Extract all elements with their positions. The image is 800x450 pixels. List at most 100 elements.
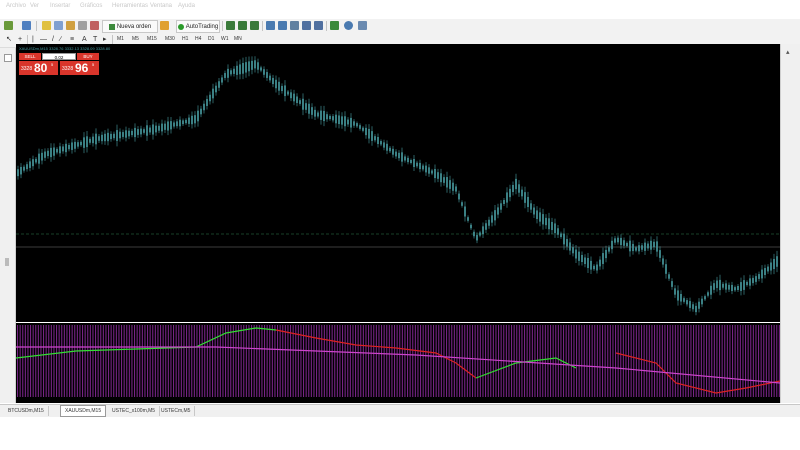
tab-xauusdm[interactable]: XAUUSDm,M15 xyxy=(60,405,107,417)
candle-body xyxy=(746,281,748,286)
line-chart-icon[interactable] xyxy=(250,21,259,30)
menu-window[interactable]: Ventana xyxy=(150,3,172,9)
candle-body xyxy=(512,185,514,192)
timeframe-m5[interactable]: M5 xyxy=(130,35,141,44)
timeframe-d1[interactable]: D1 xyxy=(206,35,216,44)
menu-file[interactable]: Archivo xyxy=(6,3,26,9)
lot-size-input[interactable]: 0.02 xyxy=(42,53,76,60)
candle-body xyxy=(536,210,538,220)
menu-help[interactable]: Ayuda xyxy=(178,3,195,9)
menu-insert[interactable]: Insertar xyxy=(50,3,70,9)
text-icon[interactable]: A xyxy=(80,35,89,44)
candle-body xyxy=(32,159,34,167)
terminal-icon[interactable] xyxy=(78,21,87,30)
tester-icon[interactable] xyxy=(90,21,99,30)
candle-body xyxy=(20,166,22,175)
scroll-up-icon[interactable]: ▴ xyxy=(786,48,790,56)
indicator-bar xyxy=(22,325,24,397)
indicator-bar xyxy=(472,325,474,397)
price-chart[interactable]: XAUUSDm,M15 3328.76 3332.13 3328.09 3328… xyxy=(16,44,780,322)
data-window-icon[interactable] xyxy=(54,21,63,30)
sell-price[interactable]: 3328 80 5 xyxy=(19,61,58,75)
candlestick-icon[interactable] xyxy=(238,21,247,30)
indicator-bar xyxy=(586,325,588,397)
trendline-icon[interactable]: / xyxy=(50,35,56,44)
menu-charts[interactable]: Gráficos xyxy=(80,3,102,9)
indicators-icon[interactable] xyxy=(330,21,339,30)
splitter-handle[interactable] xyxy=(5,258,9,266)
candle-body xyxy=(659,250,661,258)
candle-body xyxy=(95,133,97,145)
indicator-bar xyxy=(147,325,149,397)
tab-ustecm[interactable]: USTECm,M5 xyxy=(157,406,196,416)
candle-body xyxy=(176,121,178,127)
buy-price[interactable]: 3328 96 5 xyxy=(60,61,99,75)
indicator-bar xyxy=(578,325,580,397)
candle-body xyxy=(266,72,268,78)
metaeditor-icon[interactable] xyxy=(160,21,169,30)
new-order-button[interactable]: Nueva orden xyxy=(102,20,158,33)
periods-icon[interactable] xyxy=(344,21,353,30)
timeframe-m15[interactable]: M15 xyxy=(145,35,159,44)
candle-body xyxy=(491,215,493,223)
indicator-bar xyxy=(765,325,767,397)
profiles-icon[interactable] xyxy=(22,21,31,30)
panel-toggle-icon[interactable] xyxy=(4,54,12,62)
menu-view[interactable]: Ver xyxy=(30,3,39,9)
horizontal-line-icon[interactable]: — xyxy=(38,35,49,44)
market-watch-icon[interactable] xyxy=(42,21,51,30)
chart-shift-icon[interactable] xyxy=(314,21,323,30)
indicator-bar xyxy=(638,325,640,397)
indicator-bar xyxy=(253,325,255,397)
menu-tools[interactable]: Herramientas xyxy=(112,3,148,9)
bar-chart-icon[interactable] xyxy=(226,21,235,30)
channel-icon[interactable]: ∕ xyxy=(58,35,63,44)
autotrading-button[interactable]: AutoTrading xyxy=(176,20,220,33)
indicator-bar xyxy=(633,325,635,397)
navigator-icon[interactable] xyxy=(66,21,75,30)
label-icon[interactable]: T xyxy=(91,35,99,44)
timeframe-w1[interactable]: W1 xyxy=(219,35,231,44)
sell-button[interactable]: SELL xyxy=(19,53,41,60)
right-scrollbar[interactable]: ▴ xyxy=(780,44,800,403)
templates-icon[interactable] xyxy=(358,21,367,30)
auto-scroll-icon[interactable] xyxy=(302,21,311,30)
candle-body xyxy=(674,288,676,295)
indicator-bar xyxy=(339,325,341,397)
timeframe-m30[interactable]: M30 xyxy=(163,35,177,44)
tab-btcusdm[interactable]: BTCUSDm,M15 xyxy=(4,406,49,416)
indicator-bar xyxy=(329,325,331,397)
new-chart-icon[interactable] xyxy=(4,21,13,30)
indicator-bar xyxy=(726,325,728,397)
indicator-bar xyxy=(573,325,575,397)
indicator-bar xyxy=(76,325,78,397)
tab-ustec-x100m[interactable]: USTEC_x100m,M5 xyxy=(108,406,161,416)
fibonacci-icon[interactable]: ≡ xyxy=(68,35,76,44)
indicator-bar xyxy=(186,325,188,397)
arrows-icon[interactable]: ▸ xyxy=(101,35,109,44)
timeframe-h1[interactable]: H1 xyxy=(180,35,190,44)
indicator-bar xyxy=(357,325,359,397)
timeframe-mn[interactable]: MN xyxy=(232,35,244,44)
crosshair-icon[interactable]: + xyxy=(16,35,24,44)
indicator-bar xyxy=(661,325,663,397)
candle-body xyxy=(89,138,91,143)
indicator-bar xyxy=(66,325,68,397)
indicator-bar xyxy=(583,325,585,397)
candle-body xyxy=(686,300,688,305)
buy-button[interactable]: BUY xyxy=(77,53,99,60)
indicator-bar xyxy=(490,325,492,397)
zoom-in-icon[interactable] xyxy=(266,21,275,30)
indicator-bar xyxy=(745,325,747,397)
candle-body xyxy=(272,77,274,85)
cursor-icon[interactable]: ↖ xyxy=(4,35,14,44)
indicator-bar xyxy=(404,325,406,397)
vertical-line-icon[interactable]: | xyxy=(30,35,36,44)
candle-body xyxy=(209,94,211,102)
timeframe-h4[interactable]: H4 xyxy=(193,35,203,44)
indicator-bar xyxy=(170,325,172,397)
timeframe-m1[interactable]: M1 xyxy=(115,35,126,44)
tile-windows-icon[interactable] xyxy=(290,21,299,30)
zoom-out-icon[interactable] xyxy=(278,21,287,30)
indicator-window[interactable] xyxy=(16,323,780,403)
